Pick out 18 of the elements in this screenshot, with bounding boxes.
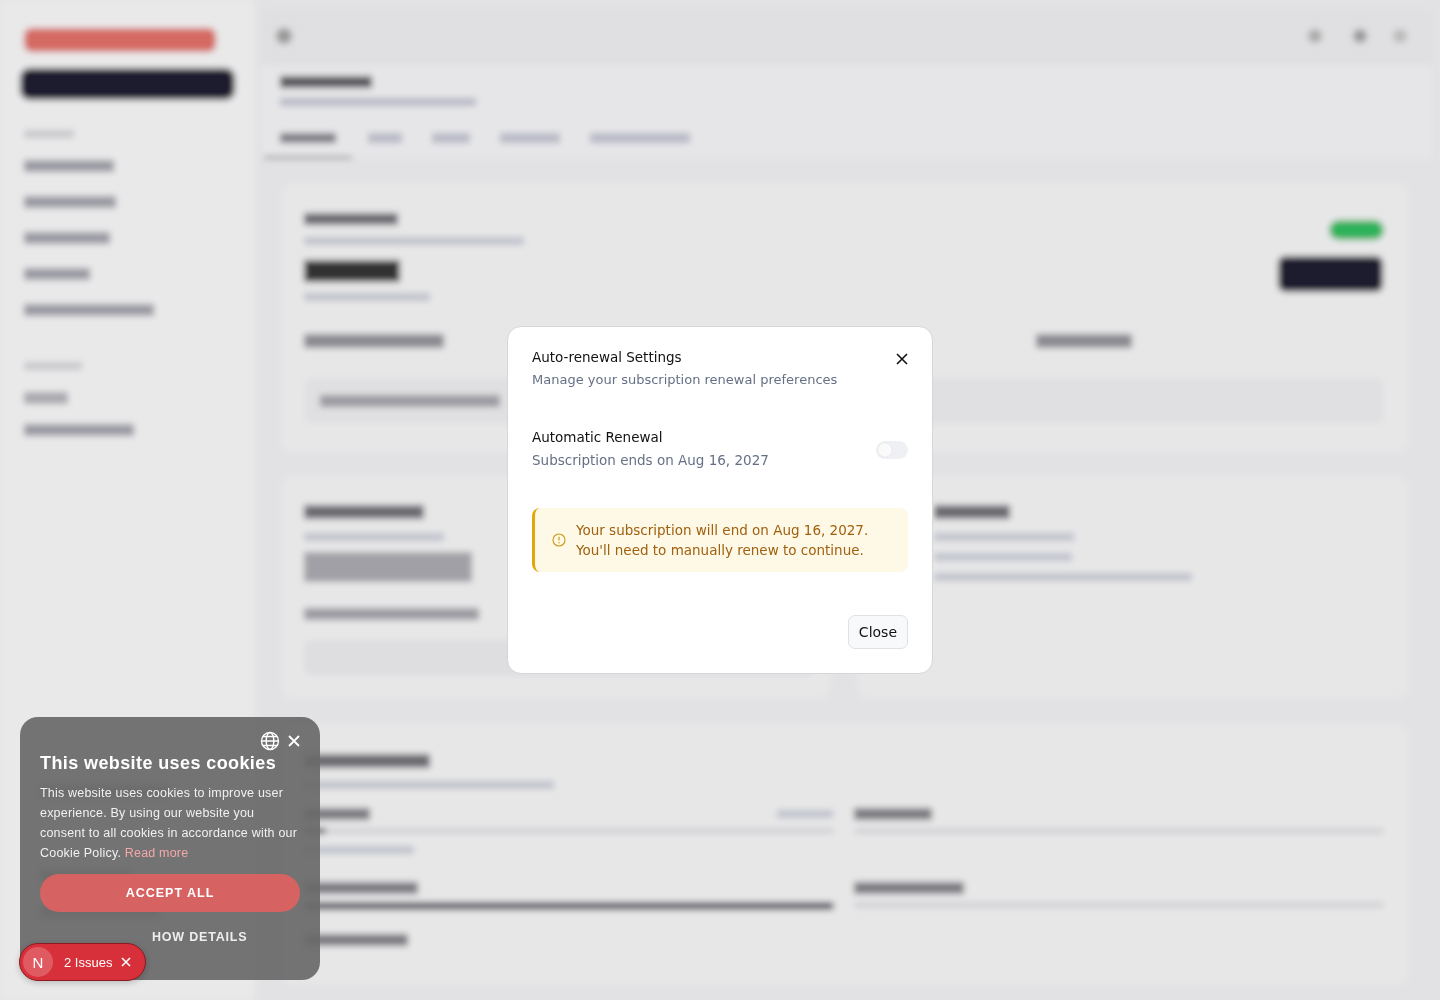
cookie-title: This website uses cookies <box>40 753 278 774</box>
setting-label: Automatic Renewal <box>532 429 664 445</box>
dialog-title: Auto-renewal Settings <box>532 349 683 365</box>
read-more-link[interactable]: Read more <box>124 846 189 860</box>
issues-badge[interactable]: N 2 Issues <box>19 943 146 981</box>
cookie-text: This website uses cookies to improve user experience. By using our website you consent to all cookies in accordance with our Cookie Policy. Read more <box>40 785 299 862</box>
dialog-subtitle: Manage your subscription renewal preferences <box>532 372 838 387</box>
info-icon <box>552 533 566 547</box>
close-icon[interactable] <box>896 353 908 365</box>
close-button[interactable]: Close <box>847 615 908 649</box>
setting-description: Subscription ends on Aug 16, 2027 <box>532 452 769 468</box>
accept-all-button[interactable]: ACCEPT ALL <box>40 874 300 912</box>
issues-label: 2 Issues <box>64 954 113 970</box>
n-logo: N <box>23 947 53 977</box>
show-details-link[interactable]: HOW DETAILS <box>152 930 248 944</box>
notice-text: You'll need to manually renew to continue. <box>576 542 865 558</box>
notice-text: Your subscription will end on Aug 16, 2027. <box>576 522 869 538</box>
globe-icon[interactable] <box>260 731 280 751</box>
